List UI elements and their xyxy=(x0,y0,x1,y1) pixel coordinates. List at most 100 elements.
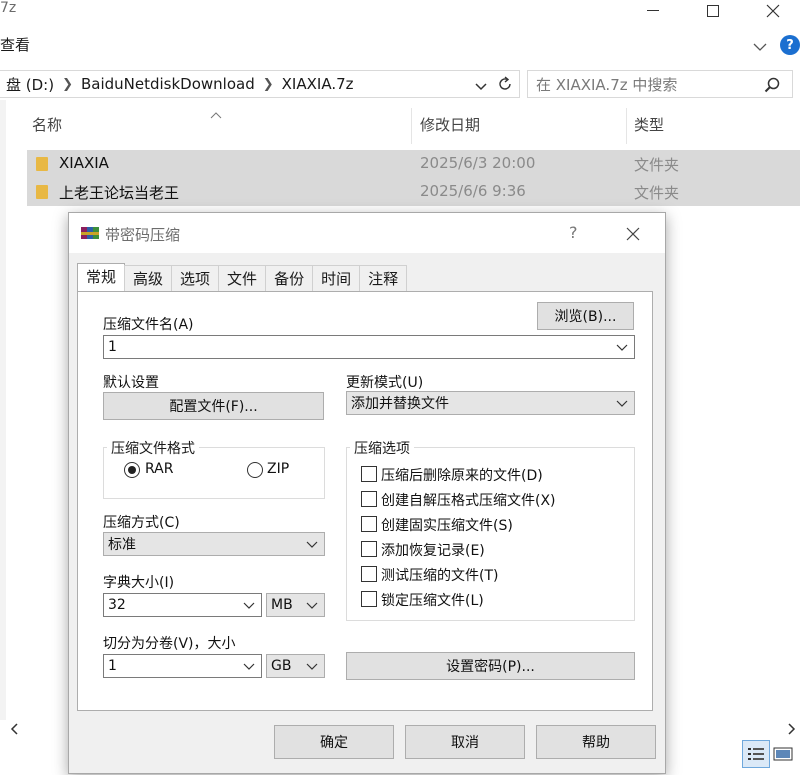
dialog-title: 带密码压缩 xyxy=(105,226,181,244)
minimize-button[interactable] xyxy=(630,0,676,22)
tab-strip: 常规 高级 选项 文件 备份 时间 注释 xyxy=(77,263,408,292)
test-files-label[interactable]: 测试压缩的文件(T) xyxy=(381,565,498,585)
archiving-options-title: 压缩选项 xyxy=(350,438,414,458)
breadcrumb-drive[interactable]: 盘 (D:) xyxy=(0,74,60,95)
file-name: XIAXIA xyxy=(59,154,109,172)
column-header-modified[interactable]: 修改日期 xyxy=(420,114,480,135)
split-volumes-label: 切分为分卷(V)，大小 xyxy=(103,636,236,652)
tab-comment[interactable]: 注释 xyxy=(359,265,408,292)
cancel-button[interactable]: 取消 xyxy=(405,725,525,759)
file-modified: 2025/6/3 20:00 xyxy=(420,154,536,172)
tab-files[interactable]: 文件 xyxy=(218,265,267,292)
recovery-record-label[interactable]: 添加恢复记录(E) xyxy=(381,540,485,560)
tab-advanced[interactable]: 高级 xyxy=(124,265,173,292)
compression-method-select[interactable]: 标准 xyxy=(103,532,325,556)
maximize-button[interactable] xyxy=(690,0,736,22)
delete-after-label[interactable]: 压缩后删除原来的文件(D) xyxy=(381,465,543,485)
details-view-button[interactable] xyxy=(742,740,770,768)
ok-button[interactable]: 确定 xyxy=(274,725,394,759)
column-divider[interactable] xyxy=(626,108,627,144)
update-mode-label: 更新模式(U) xyxy=(346,375,424,391)
column-header-name[interactable]: 名称 xyxy=(32,114,62,135)
menu-view[interactable]: 查看 xyxy=(0,34,30,55)
lock-archive-label[interactable]: 锁定压缩文件(L) xyxy=(381,590,484,610)
chevron-right-icon xyxy=(788,723,796,735)
set-password-button[interactable]: 设置密码(P)... xyxy=(346,652,635,680)
chevron-down-icon xyxy=(753,43,767,51)
delete-after-checkbox[interactable] xyxy=(361,466,377,482)
format-rar-radio[interactable] xyxy=(124,462,140,478)
folder-icon xyxy=(36,185,48,199)
archive-format-title: 压缩文件格式 xyxy=(107,438,199,458)
default-settings-label: 默认设置 xyxy=(103,375,159,391)
breadcrumb-archive[interactable]: XIAXIA.7z xyxy=(276,75,360,93)
column-header-type[interactable]: 类型 xyxy=(634,114,664,135)
search-icon xyxy=(764,77,780,97)
recovery-record-checkbox[interactable] xyxy=(361,541,377,557)
table-row[interactable]: 上老王论坛当老王 2025/6/6 9:36 文件夹 xyxy=(27,178,800,206)
refresh-icon[interactable] xyxy=(496,75,514,97)
chevron-down-icon xyxy=(306,602,318,609)
browse-button[interactable]: 浏览(B)... xyxy=(537,302,634,330)
folder-icon xyxy=(36,157,48,171)
close-icon xyxy=(766,4,780,18)
scroll-right-button[interactable] xyxy=(778,718,800,740)
address-dropdown-icon[interactable] xyxy=(474,78,488,96)
chevron-down-icon xyxy=(243,602,255,609)
split-size-combo[interactable]: 1 xyxy=(103,654,262,678)
window-title: 7z xyxy=(0,0,17,16)
breadcrumb-separator-icon: ❯ xyxy=(262,76,274,92)
archive-name-label: 压缩文件名(A) xyxy=(103,317,194,333)
table-row[interactable]: XIAXIA 2025/6/3 20:00 文件夹 xyxy=(27,150,800,178)
close-icon xyxy=(626,227,640,241)
tab-options[interactable]: 选项 xyxy=(171,265,220,292)
profiles-button[interactable]: 配置文件(F)... xyxy=(103,392,324,420)
dictionary-size-combo[interactable]: 32 xyxy=(103,593,262,617)
expand-ribbon-button[interactable] xyxy=(752,38,768,57)
sfx-label[interactable]: 创建自解压格式压缩文件(X) xyxy=(381,490,556,510)
solid-archive-checkbox[interactable] xyxy=(361,516,377,532)
compression-method-label: 压缩方式(C) xyxy=(103,515,180,531)
compression-method-value: 标准 xyxy=(108,537,136,553)
file-modified: 2025/6/6 9:36 xyxy=(420,182,526,200)
dictionary-size-value: 32 xyxy=(108,597,126,613)
chevron-down-icon xyxy=(243,663,255,670)
lock-archive-checkbox[interactable] xyxy=(361,591,377,607)
column-divider[interactable] xyxy=(411,108,412,144)
address-bar[interactable]: 盘 (D:) ❯ BaiduNetdiskDownload ❯ XIAXIA.7… xyxy=(0,70,520,98)
tab-time[interactable]: 时间 xyxy=(312,265,361,292)
solid-archive-label[interactable]: 创建固实压缩文件(S) xyxy=(381,515,513,535)
thumbnail-view-button[interactable] xyxy=(770,740,798,768)
chevron-down-icon xyxy=(306,663,318,670)
help-icon[interactable]: ? xyxy=(780,35,800,55)
test-files-checkbox[interactable] xyxy=(361,566,377,582)
file-name: 上老王论坛当老王 xyxy=(59,184,180,202)
dialog-titlebar[interactable]: 带密码压缩 ? xyxy=(69,213,665,253)
search-input[interactable]: 在 XIAXIA.7z 中搜索 xyxy=(527,70,793,98)
navigation-pane-edge xyxy=(0,100,6,720)
file-type: 文件夹 xyxy=(634,156,680,174)
format-zip-radio[interactable] xyxy=(247,462,263,478)
help-button[interactable]: 帮助 xyxy=(536,725,656,759)
update-mode-select[interactable]: 添加并替换文件 xyxy=(346,391,635,415)
dialog-help-button[interactable]: ? xyxy=(569,223,578,242)
scroll-left-button[interactable] xyxy=(0,718,28,740)
tab-backup[interactable]: 备份 xyxy=(265,265,314,292)
list-view-icon xyxy=(748,748,764,760)
breadcrumb-folder[interactable]: BaiduNetdiskDownload xyxy=(75,75,261,93)
tab-general[interactable]: 常规 xyxy=(77,263,126,292)
search-placeholder: 在 XIAXIA.7z 中搜索 xyxy=(536,75,678,94)
format-zip-label[interactable]: ZIP xyxy=(267,461,289,477)
split-unit-select[interactable]: GB xyxy=(266,654,325,678)
dialog-close-button[interactable] xyxy=(626,226,640,245)
maximize-icon xyxy=(707,5,719,17)
minimize-icon xyxy=(647,10,659,11)
format-rar-label[interactable]: RAR xyxy=(145,461,173,477)
sfx-checkbox[interactable] xyxy=(361,491,377,507)
update-mode-value: 添加并替换文件 xyxy=(351,396,449,412)
compress-dialog: 带密码压缩 ? 常规 高级 选项 文件 备份 时间 注释 压缩文件名(A) 浏览… xyxy=(68,212,666,774)
dictionary-unit-select[interactable]: MB xyxy=(266,593,325,617)
close-window-button[interactable] xyxy=(750,0,796,22)
archive-name-combo[interactable]: 1 xyxy=(103,335,635,359)
split-size-value: 1 xyxy=(108,658,117,674)
